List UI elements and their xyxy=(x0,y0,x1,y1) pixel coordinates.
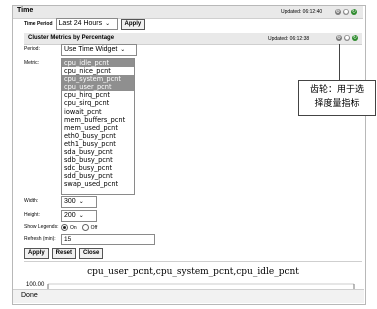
status-text: Done xyxy=(21,292,38,299)
time-period-row: Time Period Last 24 Hours ⌄ Apply xyxy=(24,17,146,31)
refresh-icon[interactable]: ↻ xyxy=(352,35,358,41)
refresh-input[interactable]: 15 xyxy=(61,234,155,245)
cluster-icons: ⚙ ● ↻ xyxy=(336,35,358,41)
y-tick-label: 100.00 xyxy=(26,282,45,288)
width-value: 300 xyxy=(64,198,76,205)
time-period-value: Last 24 Hours xyxy=(58,20,103,27)
chart-title: cpu_user_pcnt,cpu_system_pcnt,cpu_idle_p… xyxy=(87,267,299,277)
period-select[interactable]: Use Time Widget ⌄ xyxy=(61,44,137,56)
updated-timestamp: Updated: 06:12:40 xyxy=(281,9,323,15)
legend-on-radio[interactable] xyxy=(61,224,68,231)
metric-option[interactable]: sdb_busy_pcnt xyxy=(62,156,134,164)
callout-leader-line xyxy=(339,44,340,80)
metric-option[interactable]: cpu_nice_pcnt xyxy=(62,67,134,75)
reset-button[interactable]: Reset xyxy=(51,248,77,259)
metric-option[interactable]: cpu_sirq_pcnt xyxy=(62,99,134,107)
widget-title: Time xyxy=(17,7,34,14)
chevron-down-icon: ⌄ xyxy=(105,21,111,27)
legend-toggle: On Off xyxy=(61,224,97,231)
period-value: Use Time Widget xyxy=(64,46,118,53)
time-period-select[interactable]: Last 24 Hours ⌄ xyxy=(55,18,118,30)
width-label: Width: xyxy=(24,198,39,204)
metric-option[interactable]: sda_busy_pcnt xyxy=(62,148,134,156)
period-label: Period: xyxy=(24,46,40,52)
chevron-down-icon: ⌄ xyxy=(78,199,84,205)
metric-option[interactable]: cpu_hirq_pcnt xyxy=(62,91,134,99)
cluster-updated-timestamp: Updated: 06:12:38 xyxy=(268,36,310,42)
callout-line-1: 齿轮：用于选 xyxy=(309,85,364,95)
height-value: 200 xyxy=(64,212,76,219)
chevron-down-icon: ⌄ xyxy=(120,47,126,53)
legend-off-label: Off xyxy=(90,224,98,231)
cluster-metrics-title: Cluster Metrics by Percentage xyxy=(28,35,115,41)
annotation-callout: 齿轮：用于选 择度量指标 xyxy=(298,80,376,116)
width-select[interactable]: 300 ⌄ xyxy=(61,196,97,208)
metric-option[interactable]: iowait_pcnt xyxy=(62,108,134,116)
form-buttons: Apply Reset Close xyxy=(24,248,104,259)
metric-option[interactable]: eth1_busy_pcnt xyxy=(62,140,134,148)
metric-listbox[interactable]: cpu_idle_pcnt cpu_nice_pcnt cpu_system_pcn… xyxy=(61,58,135,195)
gear-icon[interactable]: ⚙ xyxy=(336,35,342,41)
time-period-label: Time Period xyxy=(24,21,53,27)
metric-option[interactable]: cpu_idle_pcnt xyxy=(62,59,134,68)
close-button[interactable]: Close xyxy=(79,248,104,259)
person-icon[interactable]: ● xyxy=(343,9,349,15)
metric-option[interactable]: mem_buffers_pcnt xyxy=(62,116,134,124)
refresh-icon[interactable]: ↻ xyxy=(351,9,357,15)
divider xyxy=(24,261,362,262)
show-legends-label: Show Legends: xyxy=(24,224,59,230)
metric-option[interactable]: mem_used_pcnt xyxy=(62,124,134,132)
apply-button[interactable]: Apply xyxy=(24,248,49,259)
metric-option[interactable]: sdc_busy_pcnt xyxy=(62,164,134,172)
metric-option[interactable]: swap_used_pcnt xyxy=(62,180,134,188)
refresh-label: Refresh (min): xyxy=(24,236,56,242)
metric-option[interactable]: cpu_user_pcnt xyxy=(62,83,134,92)
legend-on-label: On xyxy=(70,224,77,231)
chevron-down-icon: ⌄ xyxy=(78,213,84,219)
height-label: Height: xyxy=(24,212,40,218)
height-select[interactable]: 200 ⌄ xyxy=(61,210,97,222)
legend-off-radio[interactable] xyxy=(81,224,89,231)
person-icon[interactable]: ● xyxy=(344,35,350,41)
metric-option[interactable]: cpu_system_pcnt xyxy=(62,75,134,84)
metric-option[interactable]: eth0_busy_pcnt xyxy=(62,132,134,140)
metric-option[interactable]: sdd_busy_pcnt xyxy=(62,172,134,180)
apply-time-button[interactable]: Apply xyxy=(120,18,146,30)
gear-icon[interactable]: ⚙ xyxy=(335,9,341,15)
status-bar: Done xyxy=(13,289,364,303)
metric-label: Metric: xyxy=(24,60,39,66)
callout-line-2: 择度量指标 xyxy=(314,99,360,109)
widget-icons: ⚙ ● ↻ xyxy=(335,9,357,15)
